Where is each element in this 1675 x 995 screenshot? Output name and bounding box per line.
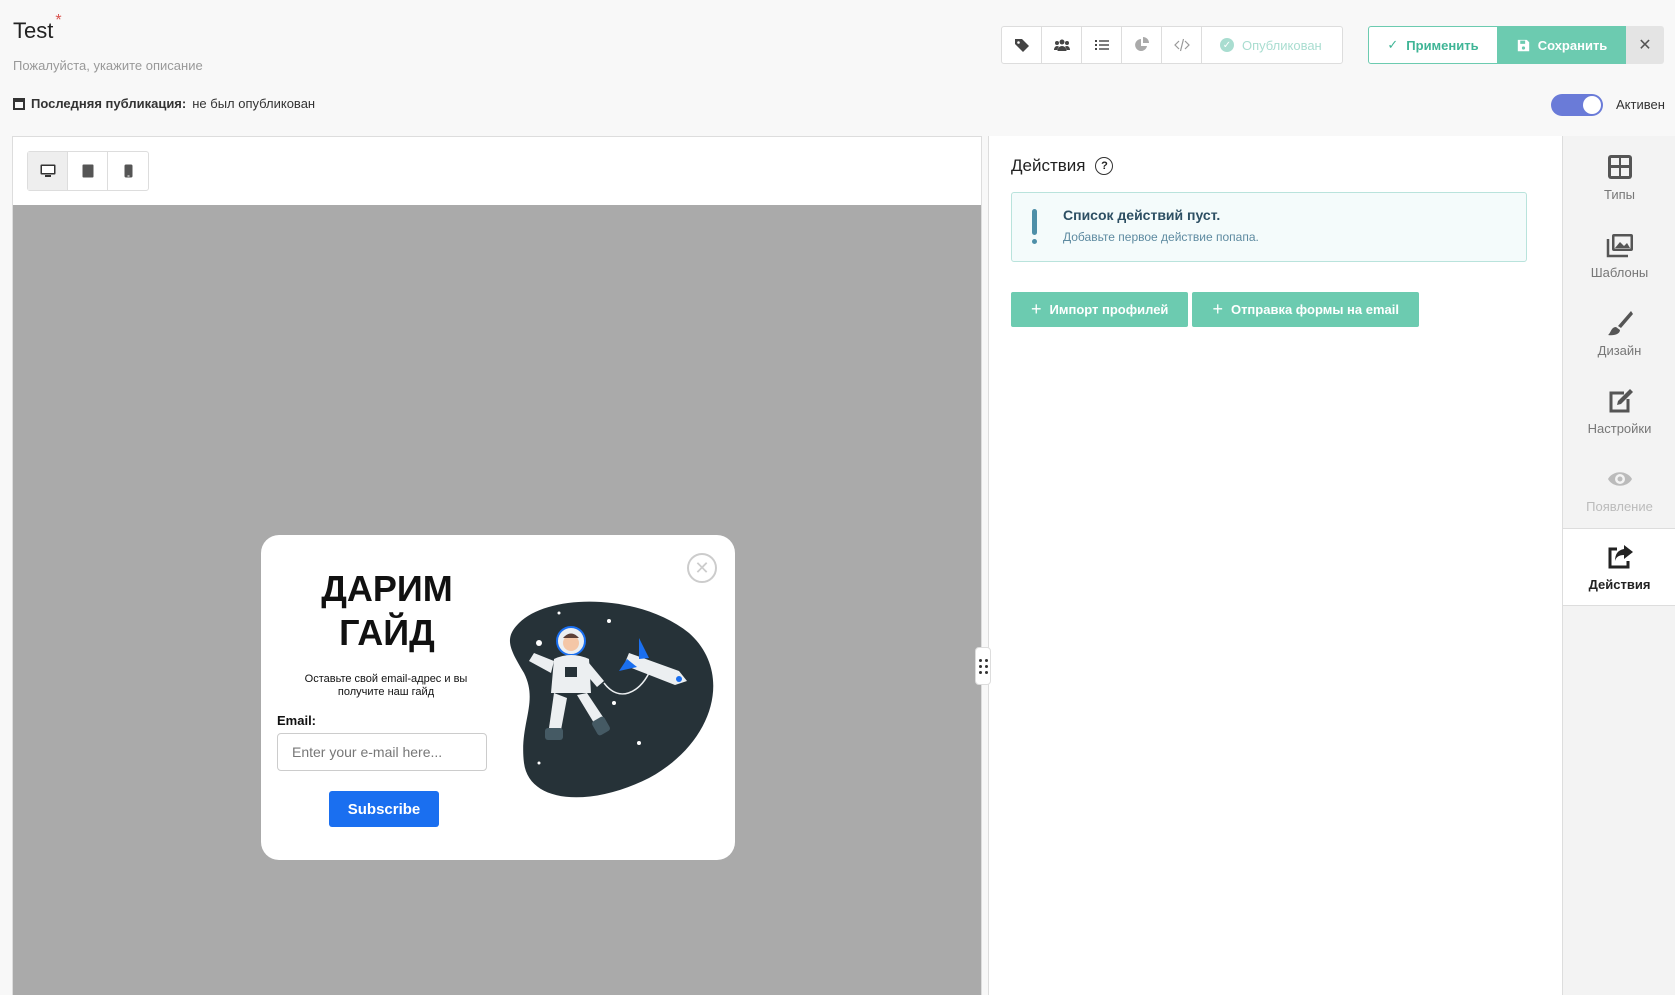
- sidebar-item-label: Действия: [1588, 576, 1651, 592]
- preview-panel: ✕ ДАРИМ ГАЙД Оставьте свой email-адрес и…: [12, 136, 982, 995]
- list-icon: [1094, 40, 1109, 50]
- sidebar-item-label: Дизайн: [1597, 342, 1642, 358]
- help-icon[interactable]: ?: [1095, 157, 1114, 175]
- tablet-icon: [82, 164, 93, 178]
- page-title[interactable]: Test *: [13, 12, 62, 44]
- description-field[interactable]: Пожалуйста, укажите описание: [13, 58, 203, 73]
- check-circle-icon: ✓: [1220, 38, 1234, 52]
- header-toolbar: ✓ Опубликован: [1001, 26, 1343, 64]
- plus-icon: +: [1031, 299, 1042, 319]
- save-actions: ✓ Применить Сохранить ✕: [1368, 26, 1664, 64]
- brush-icon: [1607, 310, 1633, 335]
- astronaut-illustration: [509, 601, 714, 798]
- sidebar-item-design[interactable]: Дизайн: [1563, 294, 1675, 372]
- add-action-buttons: + Импорт профилей + Отправка формы на em…: [1011, 292, 1419, 327]
- last-publication-value: не был опубликован: [192, 96, 316, 111]
- users-icon: [1053, 39, 1070, 51]
- sidebar: Типы Шаблоны Дизайн Настройки Появление …: [1562, 136, 1675, 995]
- tags-icon: [1014, 39, 1029, 52]
- desktop-view-button[interactable]: [28, 152, 68, 190]
- eye-icon: [1607, 471, 1632, 486]
- apply-button[interactable]: ✓ Применить: [1368, 26, 1498, 64]
- email-label: Email:: [277, 713, 317, 728]
- apply-label: Применить: [1406, 37, 1479, 53]
- preview-canvas: ✕ ДАРИМ ГАЙД Оставьте свой email-адрес и…: [13, 205, 981, 995]
- list-button[interactable]: [1082, 27, 1122, 63]
- mobile-icon: [124, 164, 132, 178]
- actions-panel: Действия ? Список действий пуст. Добавьт…: [988, 136, 1562, 995]
- active-toggle[interactable]: [1551, 94, 1603, 116]
- email-input[interactable]: [277, 733, 487, 771]
- plus-icon: +: [1212, 299, 1223, 319]
- pie-chart-icon: [1134, 37, 1149, 51]
- code-icon: [1173, 38, 1190, 52]
- sidebar-item-label: Шаблоны: [1590, 264, 1649, 280]
- send-form-email-button[interactable]: + Отправка формы на email: [1192, 292, 1419, 327]
- mobile-view-button[interactable]: [108, 152, 148, 190]
- published-button[interactable]: ✓ Опубликован: [1202, 27, 1342, 63]
- edit-icon: [1609, 388, 1633, 412]
- sidebar-item-types[interactable]: Типы: [1563, 138, 1675, 216]
- tablet-view-button[interactable]: [68, 152, 108, 190]
- last-publication-label: Последняя публикация:: [31, 96, 187, 111]
- share-icon: [1608, 544, 1633, 568]
- popup-close-icon[interactable]: ✕: [687, 553, 717, 583]
- images-icon: [1606, 233, 1633, 257]
- panel-title: Действия ?: [1011, 156, 1114, 176]
- empty-actions-alert: Список действий пуст. Добавьте первое де…: [1011, 192, 1527, 262]
- grid-icon: [1607, 154, 1632, 179]
- last-publication-info: Последняя публикация: не был опубликован: [13, 96, 315, 111]
- sidebar-item-templates[interactable]: Шаблоны: [1563, 216, 1675, 294]
- header: Test * Пожалуйста, укажите описание После…: [0, 0, 1675, 136]
- desktop-icon: [40, 164, 55, 177]
- panel-title-text: Действия: [1011, 156, 1086, 175]
- sidebar-item-label: Типы: [1603, 186, 1635, 202]
- title-text: Test: [13, 18, 54, 43]
- subscribe-button[interactable]: Subscribe: [329, 791, 439, 827]
- tags-button[interactable]: [1002, 27, 1042, 63]
- code-button[interactable]: [1162, 27, 1202, 63]
- resize-handle[interactable]: [975, 647, 991, 685]
- check-icon: ✓: [1387, 37, 1399, 52]
- popup-text: Оставьте свой email-адрес и вы получите …: [304, 673, 468, 698]
- users-button[interactable]: [1042, 27, 1082, 63]
- sidebar-item-actions[interactable]: Действия: [1563, 528, 1675, 606]
- floppy-disk-icon: [1517, 39, 1529, 51]
- alert-title: Список действий пуст.: [1063, 207, 1221, 223]
- popup-preview[interactable]: ✕ ДАРИМ ГАЙД Оставьте свой email-адрес и…: [261, 535, 735, 860]
- import-profiles-button[interactable]: + Импорт профилей: [1011, 292, 1189, 327]
- send-form-email-label: Отправка формы на email: [1230, 302, 1399, 317]
- stats-button[interactable]: [1122, 27, 1162, 63]
- exclamation-icon: [1032, 209, 1038, 247]
- alert-text: Добавьте первое действие попапа.: [1063, 230, 1259, 244]
- popup-heading: ДАРИМ ГАЙД: [321, 568, 453, 653]
- required-mark: *: [55, 12, 62, 29]
- sidebar-item-appearance[interactable]: Появление: [1563, 450, 1675, 528]
- import-profiles-label: Импорт профилей: [1049, 302, 1169, 317]
- close-button[interactable]: ✕: [1626, 26, 1664, 64]
- save-label: Сохранить: [1537, 37, 1608, 53]
- save-button[interactable]: Сохранить: [1498, 26, 1626, 64]
- sidebar-item-settings[interactable]: Настройки: [1563, 372, 1675, 450]
- device-switcher: [27, 151, 149, 191]
- sidebar-item-label: Настройки: [1587, 420, 1652, 436]
- calendar-icon: [13, 97, 25, 110]
- sidebar-item-label: Появление: [1586, 498, 1653, 514]
- active-label: Активен: [1616, 97, 1665, 112]
- published-label: Опубликован: [1242, 37, 1322, 53]
